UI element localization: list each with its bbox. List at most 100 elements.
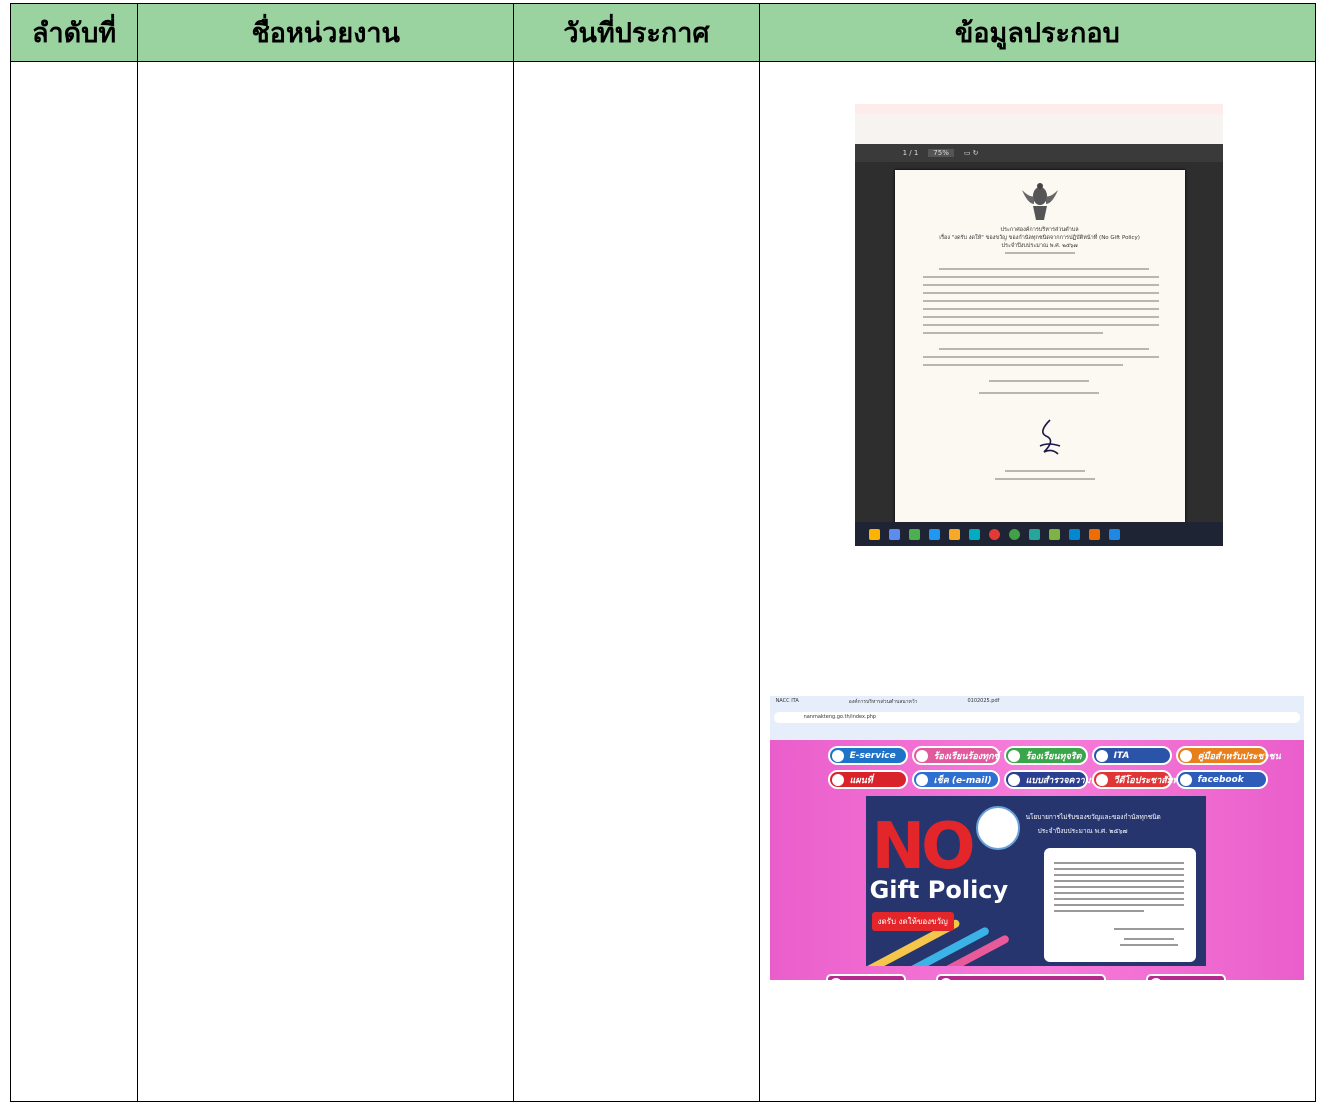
- site-body: E-service ร้องเรียนร้องทุกข์ ร้องเรียนทุ…: [769, 740, 1304, 980]
- card-text-line: [1053, 874, 1184, 876]
- os-taskbar: [854, 522, 1223, 546]
- nav-button: เช็ค (e-mail): [911, 770, 1000, 789]
- browser-chrome: NACC ITA องค์การบริหารส่วนตำบลนาหว้า 010…: [769, 696, 1304, 740]
- bottom-menu-row: [825, 974, 1226, 980]
- taskbar-app-icon: [908, 528, 920, 540]
- doc-text-line: [922, 300, 1159, 302]
- card-text-line: [1053, 886, 1184, 888]
- pdf-page-indicator: 1 / 1: [902, 149, 919, 157]
- header-agency-name: ชื่อหน่วยงาน: [137, 3, 515, 62]
- doc-text-line: [922, 316, 1159, 318]
- doc-signer-title: [994, 478, 1095, 480]
- doc-text-line: [922, 364, 1123, 366]
- doc-heading: ประกาศองค์การบริหารส่วนตำบล: [1000, 227, 1079, 233]
- website-screenshot-image: NACC ITA องค์การบริหารส่วนตำบลนาหว้า 010…: [769, 696, 1304, 980]
- doc-text-line: [988, 380, 1089, 382]
- banner-no-text: NO: [871, 810, 976, 884]
- taskbar-app-icon: [1088, 528, 1100, 540]
- nav-button: facebook: [1175, 770, 1268, 789]
- doc-divider: [1004, 252, 1075, 254]
- taskbar-app-icon: [1068, 528, 1080, 540]
- doc-text-line: [978, 392, 1099, 394]
- nav-button: แบบสำรวจความพึงพอใจ: [1003, 770, 1122, 789]
- nav-row-2: แผนที่ เช็ค (e-mail) แบบสำรวจความพึงพอใจ…: [827, 770, 1268, 789]
- policy-text-card: [1043, 848, 1196, 962]
- nav-button: วีดีโอประชาสัมพันธ์: [1091, 770, 1190, 789]
- bottom-menu-button: [1145, 974, 1226, 980]
- pdf-zoom-level: 75%: [928, 149, 954, 157]
- bottom-menu-button: [825, 974, 906, 980]
- announcement-scan-image: 1 / 1 75% ▭ ↻ ประกาศองค์การบริหารส่วนตำบ…: [854, 104, 1223, 546]
- browser-tab: 0102025.pdf: [967, 698, 1000, 704]
- banner-title: Gift Policy: [869, 876, 1009, 904]
- card-text-line: [1119, 944, 1178, 946]
- card-text-line: [1123, 938, 1174, 940]
- pdf-toolbar: 1 / 1 75% ▭ ↻: [854, 144, 1223, 162]
- doc-text-line: [922, 292, 1159, 294]
- document-page: ประกาศองค์การบริหารส่วนตำบล เรื่อง "งดรั…: [894, 170, 1185, 522]
- doc-subject: เรื่อง "งดรับ งดให้" ของขวัญ ของกำนัลทุก…: [939, 235, 1140, 241]
- banner-heading: นโยบายการไม่รับของขวัญและของกำนัลทุกชนิด: [1025, 813, 1161, 821]
- taskbar-app-icon: [1028, 528, 1040, 540]
- browser-tab: องค์การบริหารส่วนตำบลนาหว้า: [848, 699, 918, 705]
- bookmarks-bar: [854, 114, 1223, 144]
- taskbar-app-icon: [1048, 528, 1060, 540]
- cell-agency-name: [137, 61, 515, 1102]
- doc-text-line: [922, 308, 1159, 310]
- banner-tagline: งดรับ งดให้ของขวัญ: [871, 912, 954, 931]
- doc-text-line: [922, 332, 1103, 334]
- doc-text-line: [922, 356, 1159, 358]
- table-row: 1 / 1 75% ▭ ↻ ประกาศองค์การบริหารส่วนตำบ…: [9, 61, 1317, 1102]
- card-text-line: [1053, 868, 1184, 870]
- header-announce-date: วันที่ประกาศ: [513, 3, 760, 62]
- garuda-emblem-icon: [1021, 183, 1058, 220]
- cell-order: [9, 61, 139, 1102]
- doc-text-line: [922, 284, 1159, 286]
- doc-fiscal-year: ประจำปีงบประมาณ พ.ศ. ๒๕๖๗: [1001, 243, 1078, 249]
- taskbar-app-icon: [948, 528, 960, 540]
- card-text-line: [1053, 898, 1184, 900]
- nav-button: E-service: [827, 746, 908, 765]
- signature-icon: [1039, 419, 1060, 455]
- taskbar-app-icon: [868, 528, 880, 540]
- browser-tab: NACC ITA: [775, 698, 799, 704]
- nav-button: ร้องเรียนทุจริต: [1003, 746, 1088, 765]
- no-gift-banner: NO Gift Policy งดรับ งดให้ของขวัญ นโยบาย…: [865, 796, 1206, 966]
- taskbar-app-icon: [888, 528, 900, 540]
- taskbar-app-icon: [928, 528, 940, 540]
- bookmarks-bar: [770, 723, 1304, 737]
- card-text-line: [1053, 910, 1144, 912]
- cell-supporting-info: 1 / 1 75% ▭ ↻ ประกาศองค์การบริหารส่วนตำบ…: [758, 61, 1317, 1102]
- card-text-line: [1113, 928, 1184, 930]
- nav-button: ITA: [1091, 746, 1172, 765]
- nav-button: คู่มือสำหรับประชาชน: [1175, 746, 1281, 765]
- taskbar-app-icon: [1008, 528, 1020, 540]
- doc-signer-name: [1004, 470, 1085, 472]
- nav-row-1: E-service ร้องเรียนร้องทุกข์ ร้องเรียนทุ…: [827, 746, 1281, 765]
- header-order: ลำดับที่: [9, 3, 139, 62]
- address-bar: nanmakteng.go.th/index.php: [773, 712, 1300, 723]
- card-text-line: [1053, 892, 1184, 894]
- announcement-table: ลำดับที่ ชื่อหน่วยงาน วันที่ประกาศ ข้อมู…: [9, 3, 1317, 1102]
- fit-page-icon: ▭ ↻: [963, 149, 979, 157]
- header-row: ลำดับที่ ชื่อหน่วยงาน วันที่ประกาศ ข้อมู…: [9, 3, 1317, 62]
- card-text-line: [1053, 862, 1184, 864]
- doc-text-line: [938, 348, 1149, 350]
- browser-tab-bar: [854, 104, 1223, 114]
- bottom-menu-button: [935, 974, 1106, 980]
- nav-button: ร้องเรียนร้องทุกข์: [911, 746, 1000, 765]
- card-text-line: [1053, 904, 1184, 906]
- header-supporting-info: ข้อมูลประกอบ: [758, 3, 1317, 62]
- banner-year: ประจำปีงบประมาณ พ.ศ. ๒๕๖๗: [1037, 827, 1128, 835]
- card-text-line: [1053, 880, 1184, 882]
- doc-text-line: [922, 276, 1159, 278]
- org-seal-icon: [975, 806, 1020, 850]
- nav-button: แผนที่: [827, 770, 908, 789]
- taskbar-app-icon: [1108, 528, 1120, 540]
- cell-announce-date: [513, 61, 760, 1102]
- doc-text-line: [922, 324, 1159, 326]
- taskbar-app-icon: [988, 528, 1000, 540]
- browser-tabs: NACC ITA องค์การบริหารส่วนตำบลนาหว้า 010…: [770, 696, 1304, 712]
- taskbar-app-icon: [968, 528, 980, 540]
- doc-text-line: [938, 268, 1149, 270]
